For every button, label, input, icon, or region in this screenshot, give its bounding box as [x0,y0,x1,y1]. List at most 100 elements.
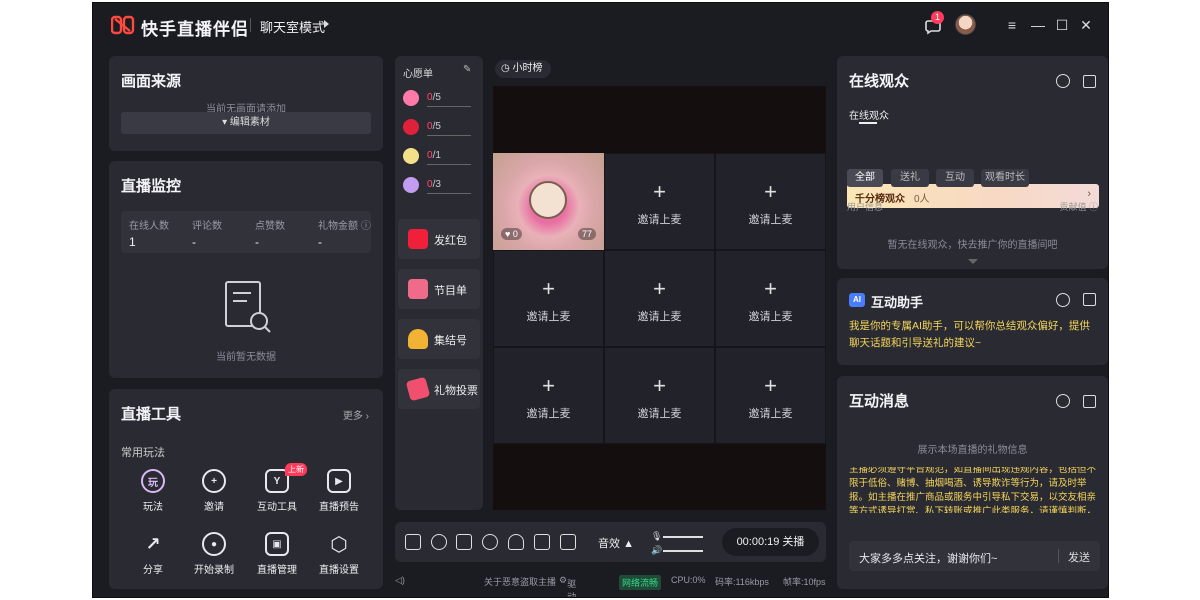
beauty-icon[interactable] [431,534,447,550]
sound-effect-button[interactable]: 音效 ▲ [598,535,634,551]
program-list-icon [408,279,428,299]
purple-heart-gift-icon [403,177,419,193]
filter-all[interactable]: 全部 [847,169,883,187]
invite-mic-seat[interactable]: + 邀请上麦 [715,153,826,250]
program-list-button[interactable]: 节目单 [398,269,480,309]
side-button-label: 节目单 [434,285,467,297]
play-game-icon: 玩 [141,469,165,493]
gift-vote-button[interactable]: 礼物投票 [398,369,480,409]
sources-panel: 画面来源 当前无画面请添加 ▾ 编辑素材 [109,56,383,151]
tool-record[interactable]: ● 开始录制 [184,532,244,576]
wish-progress: 0/5 [427,92,441,103]
platform-notice: 主播必须遵守平台规范，如直播间出现违规内容，包括但不限于低俗、赌博、抽烟喝酒、诱… [837,467,1108,513]
image-icon[interactable] [560,534,576,550]
filter-gift[interactable]: 送礼 [891,169,929,187]
send-button[interactable]: 发送 [1068,549,1090,565]
tool-manage[interactable]: ▣ 直播管理 [247,532,307,576]
driver-check[interactable]: ⚙ 驱动检测 [559,575,576,597]
tool-interactive[interactable]: Y 互动工具 上新 [247,463,307,513]
wishlist-item[interactable]: 0/5 [403,117,473,139]
speaker-status-icon[interactable]: ◁) [395,575,405,586]
wishlist-item[interactable]: 0/1 [403,146,473,168]
emoji-icon[interactable] [482,534,498,550]
invite-mic-seat[interactable]: + 邀请上麦 [604,347,715,444]
plus-icon: + [764,373,777,398]
popout-icon[interactable] [1083,395,1096,408]
user-avatar[interactable] [955,14,976,35]
mic-stage: ♥ 0 77 + 邀请上麦 + 邀请上麦 + 邀请上麦 + 邀请上麦 + 邀请上麦 + 邀请… [493,86,826,510]
tool-label: 直播预告 [319,502,359,513]
chat-input[interactable]: 大家多多点关注，谢谢你们~ [859,550,997,566]
wish-progress: 0/1 [427,150,441,161]
invite-mic-seat[interactable]: + 邀请上麦 [715,250,826,347]
mic-icon[interactable]: 🎙 [651,531,662,542]
settings-icon[interactable] [1056,394,1070,408]
scene-icon[interactable] [534,534,550,550]
invite-mic-label: 邀请上麦 [748,214,793,226]
tab-online-audience[interactable]: 在线观众 [849,107,889,122]
gesture-icon[interactable] [508,534,524,550]
report-link[interactable]: 关于恶意盗取主播 [484,575,556,588]
mode-switch[interactable]: 聊天室模式 [260,17,325,36]
close-icon[interactable]: ✕ [1076,15,1096,35]
expand-arrow-icon[interactable] [968,259,978,264]
settings-icon[interactable] [1056,293,1070,307]
tool-play[interactable]: 玩 玩法 [123,469,183,513]
tool-invite[interactable]: + 邀请 [184,469,244,513]
menu-icon[interactable]: ≡ [1002,15,1022,35]
invite-mic-label: 邀请上麦 [526,408,571,420]
host-seat[interactable]: ♥ 0 77 [493,153,604,250]
wishlist-item[interactable]: 0/3 [403,175,473,197]
mic-volume-slider[interactable] [663,536,703,538]
share-icon: ↗ [145,533,161,554]
side-button-label: 发红包 [434,235,467,247]
invite-mic-seat[interactable]: + 邀请上麦 [604,153,715,250]
title-bar: 快手直播伴侣 聊天室模式 1 ≡ — ☐ ✕ [93,3,1108,47]
chat-input-box: 大家多多点关注，谢谢你们~ 发送 [849,541,1100,571]
speaker-volume-slider[interactable] [663,550,703,552]
tool-share[interactable]: ↗ 分享 [123,532,183,577]
chevron-right-icon: › [1087,188,1091,200]
rally-button[interactable]: 集结号 [398,319,480,359]
end-live-button[interactable]: 00:00:19 关播 [722,528,819,556]
tool-settings[interactable]: ⬡ 直播设置 [309,532,369,577]
bottom-control-bar: 音效 ▲ 🎙 🔊 00:00:19 关播 [395,522,826,562]
filter-interact[interactable]: 互动 [936,169,974,187]
invite-mic-seat[interactable]: + 邀请上麦 [715,347,826,444]
invite-mic-seat[interactable]: + 邀请上麦 [493,250,604,347]
filter-watch-time[interactable]: 观看时长 [981,169,1029,187]
hourly-rank-tab[interactable]: ◷ 小时榜 [495,60,551,78]
stat-label: 点赞数 [255,221,285,232]
edit-pencil-icon[interactable]: ✎ [463,64,471,75]
invite-mic-label: 邀请上麦 [637,311,682,323]
wish-underline [427,164,471,165]
messages-title: 互动消息 [849,393,910,410]
invite-mic-label: 邀请上麦 [637,214,682,226]
speaker-icon[interactable]: 🔊 [651,545,662,556]
calendar-play-icon: ▶ [327,469,351,493]
info-icon[interactable]: ⓘ [361,217,371,232]
invite-mic-seat[interactable]: + 邀请上麦 [493,347,604,444]
tools-more-link[interactable]: 更多 › [343,407,369,422]
wish-progress: 0/3 [427,179,441,190]
minimize-icon[interactable]: — [1028,15,1048,35]
popout-icon[interactable] [1083,75,1096,88]
bell-icon [408,329,428,349]
stat-value: - [318,235,322,249]
camera-icon[interactable] [456,534,472,550]
chevron-right-icon[interactable] [324,20,329,28]
wishlist-item[interactable]: 0/5 [403,88,473,110]
tool-preview[interactable]: ▶ 直播预告 [309,469,369,513]
wish-underline [427,135,471,136]
maximize-icon[interactable]: ☐ [1052,15,1072,35]
rank-count: 0人 [914,194,930,205]
red-packet-button[interactable]: 发红包 [398,219,480,259]
messages-hint: 展示本场直播的礼物信息 [917,445,1028,456]
edit-material-button[interactable]: ▾ 编辑素材 [121,112,371,134]
invite-mic-seat[interactable]: + 邀请上麦 [604,250,715,347]
more-label: 更多 [342,411,363,422]
stat-value: 1 [129,235,136,249]
popout-icon[interactable] [1083,293,1096,306]
refresh-icon[interactable] [1056,74,1070,88]
layout-icon[interactable] [405,534,421,550]
